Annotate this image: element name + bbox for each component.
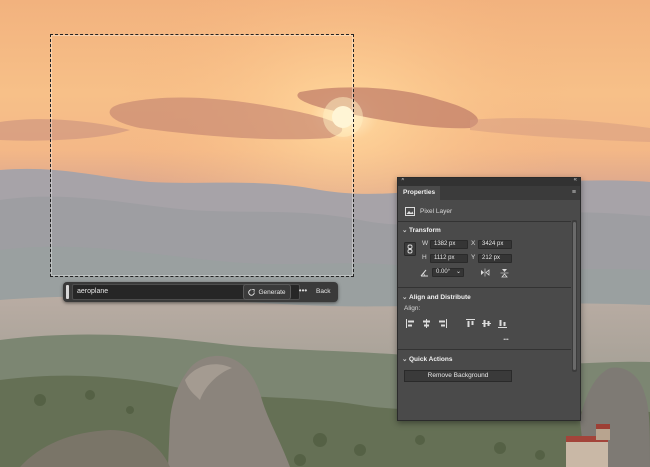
rotate-angle-icon [420,269,428,277]
panel-top-bar: × « [398,178,580,186]
align-vertical-centers-icon[interactable] [482,319,491,328]
drag-handle[interactable] [66,285,69,299]
scrollbar-thumb[interactable] [573,222,576,370]
generate-button[interactable]: Generate [243,284,291,300]
properties-panel: × « Properties ≡ Pixel Layer ⌄ Transform … [397,177,581,421]
x-position-label: X [471,240,476,247]
pixel-layer-icon [405,207,415,216]
layer-type-label: Pixel Layer [420,208,453,215]
align-distribute-title: Align and Distribute [409,294,471,301]
panel-tab-row: Properties ≡ [398,186,580,200]
transform-section-header[interactable]: ⌄ Transform [402,226,441,234]
chevron-down-icon: ⌄ [402,227,408,234]
transform-title: Transform [409,227,441,234]
generate-label: Generate [258,288,286,296]
align-bottom-edges-icon[interactable] [498,319,507,328]
more-align-options-button[interactable]: ••• [500,336,512,344]
x-position-field[interactable]: 3424 px [478,240,512,249]
marquee-selection[interactable] [50,34,354,277]
panel-menu-icon[interactable]: ≡ [572,189,576,196]
divider [398,287,571,288]
align-left-edges-icon[interactable] [406,319,415,328]
remove-background-button[interactable]: Remove Background [404,370,512,382]
align-right-edges-icon[interactable] [438,319,447,328]
chevron-down-icon: ⌄ [455,269,461,275]
rotation-value: 0.00° [436,269,451,275]
align-top-edges-icon[interactable] [466,319,475,328]
quick-actions-title: Quick Actions [409,356,453,363]
collapse-panel-icon[interactable]: « [574,178,577,183]
panel-scrollbar[interactable] [572,220,577,372]
align-distribute-section-header[interactable]: ⌄ Align and Distribute [402,293,471,301]
link-proportions-icon[interactable] [404,242,416,256]
flip-vertical-icon[interactable] [500,268,509,278]
align-label: Align: [404,305,421,312]
more-options-button[interactable]: ••• [296,285,310,299]
chevron-down-icon: ⌄ [402,294,408,301]
divider [398,221,571,222]
divider [398,349,571,350]
generate-icon [248,288,256,296]
tab-properties[interactable]: Properties [398,186,441,200]
y-position-label: Y [471,254,476,261]
quick-actions-section-header[interactable]: ⌄ Quick Actions [402,355,452,363]
width-label: W [422,240,429,247]
rotation-field[interactable]: 0.00° ⌄ [432,268,464,277]
contextual-task-bar: aeroplane Generate ••• Back [63,282,338,302]
align-horizontal-centers-icon[interactable] [422,319,431,328]
y-position-field[interactable]: 212 px [478,254,512,263]
flip-horizontal-icon[interactable] [480,268,490,277]
close-panel-icon[interactable]: × [401,178,405,183]
height-field[interactable]: 1112 px [430,254,468,263]
back-button[interactable]: Back [316,284,336,300]
width-field[interactable]: 1382 px [430,240,468,249]
height-label: H [422,254,427,261]
chevron-down-icon: ⌄ [402,356,408,363]
